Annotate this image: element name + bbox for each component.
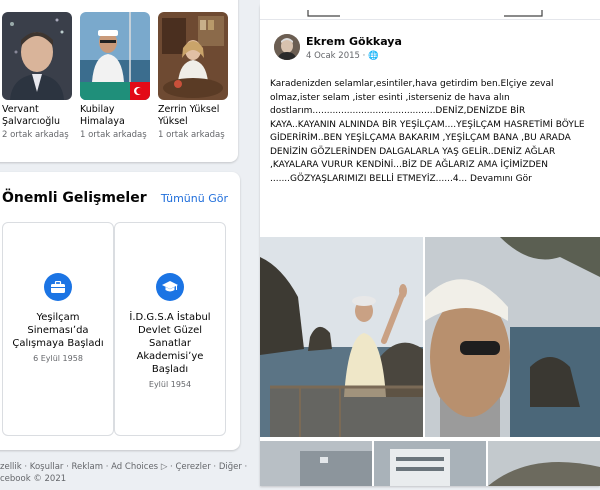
- friend-name[interactable]: Kubilay Himalaya: [80, 104, 150, 128]
- post-text: Karadenizden selamlar,esintiler,hava get…: [270, 78, 588, 186]
- friend-photo[interactable]: [2, 12, 72, 100]
- friend-photo[interactable]: [80, 12, 150, 100]
- author-avatar[interactable]: [274, 34, 300, 60]
- life-event-date: Eylül 1954: [148, 380, 192, 389]
- post-top-decoration: [260, 0, 600, 20]
- post-photo-grid: [260, 237, 600, 486]
- post-timestamp[interactable]: 4 Ocak 2015 · 🌐: [306, 51, 379, 61]
- mutual-friends-count: 1 ortak arkadaş: [80, 130, 147, 140]
- see-more-link[interactable]: Devamını Gör: [470, 174, 532, 184]
- footer: zellik · Koşullar · Reklam · Ad Choices …: [0, 461, 250, 485]
- mutual-friends-count: 1 ortak arkadaş: [158, 130, 225, 140]
- post-photo[interactable]: [425, 237, 600, 437]
- life-event-tile[interactable]: Yeşilçam Sinemasıʼda Çalışmaya Başladı 6…: [2, 222, 114, 436]
- friend-tile[interactable]: Vervant Şalvarcıoğlu 2 ortak arkadaş: [2, 12, 72, 140]
- mutual-friends-count: 2 ortak arkadaş: [2, 130, 69, 140]
- footer-copyright: cebook © 2021: [0, 474, 67, 484]
- post-card: Ekrem Gökkaya 4 Ocak 2015 · 🌐 Karadenizd…: [260, 0, 600, 486]
- footer-links[interactable]: zellik · Koşullar · Reklam · Ad Choices …: [0, 461, 250, 473]
- post-author-name[interactable]: Ekrem Gökkaya: [306, 35, 402, 48]
- briefcase-icon: [44, 273, 72, 301]
- post-photo[interactable]: [260, 237, 423, 437]
- friend-tile[interactable]: Zerrin Yüksel Yüksel 1 ortak arkadaş: [158, 12, 228, 140]
- friend-name[interactable]: Zerrin Yüksel Yüksel: [158, 104, 228, 128]
- friends-card: Vervant Şalvarcıoğlu 2 ortak arkadaş Kub…: [0, 0, 238, 162]
- life-events-card: Önemli Gelişmeler Tümünü Gör Yeşilçam Si…: [0, 172, 240, 450]
- life-event-tile[interactable]: İ.D.G.S.A İstabul Devlet Güzel Sanatlar …: [114, 222, 226, 436]
- post-body: Karadenizden selamlar,esintiler,hava get…: [270, 79, 585, 184]
- friend-photo[interactable]: [158, 12, 228, 100]
- see-all-link[interactable]: Tümünü Gör: [161, 192, 228, 205]
- post-photo[interactable]: [260, 441, 372, 486]
- life-event-title[interactable]: İ.D.G.S.A İstabul Devlet Güzel Sanatlar …: [119, 311, 221, 376]
- life-event-title[interactable]: Yeşilçam Sinemasıʼda Çalışmaya Başladı: [7, 311, 109, 350]
- post-photo[interactable]: [488, 441, 600, 486]
- friend-tile[interactable]: Kubilay Himalaya 1 ortak arkadaş: [80, 12, 150, 140]
- post-photo[interactable]: [374, 441, 486, 486]
- graduation-cap-icon: [156, 273, 184, 301]
- life-event-date: 6 Eylül 1958: [33, 354, 83, 363]
- friend-name[interactable]: Vervant Şalvarcıoğlu: [2, 104, 72, 128]
- card-title: Önemli Gelişmeler: [2, 190, 147, 206]
